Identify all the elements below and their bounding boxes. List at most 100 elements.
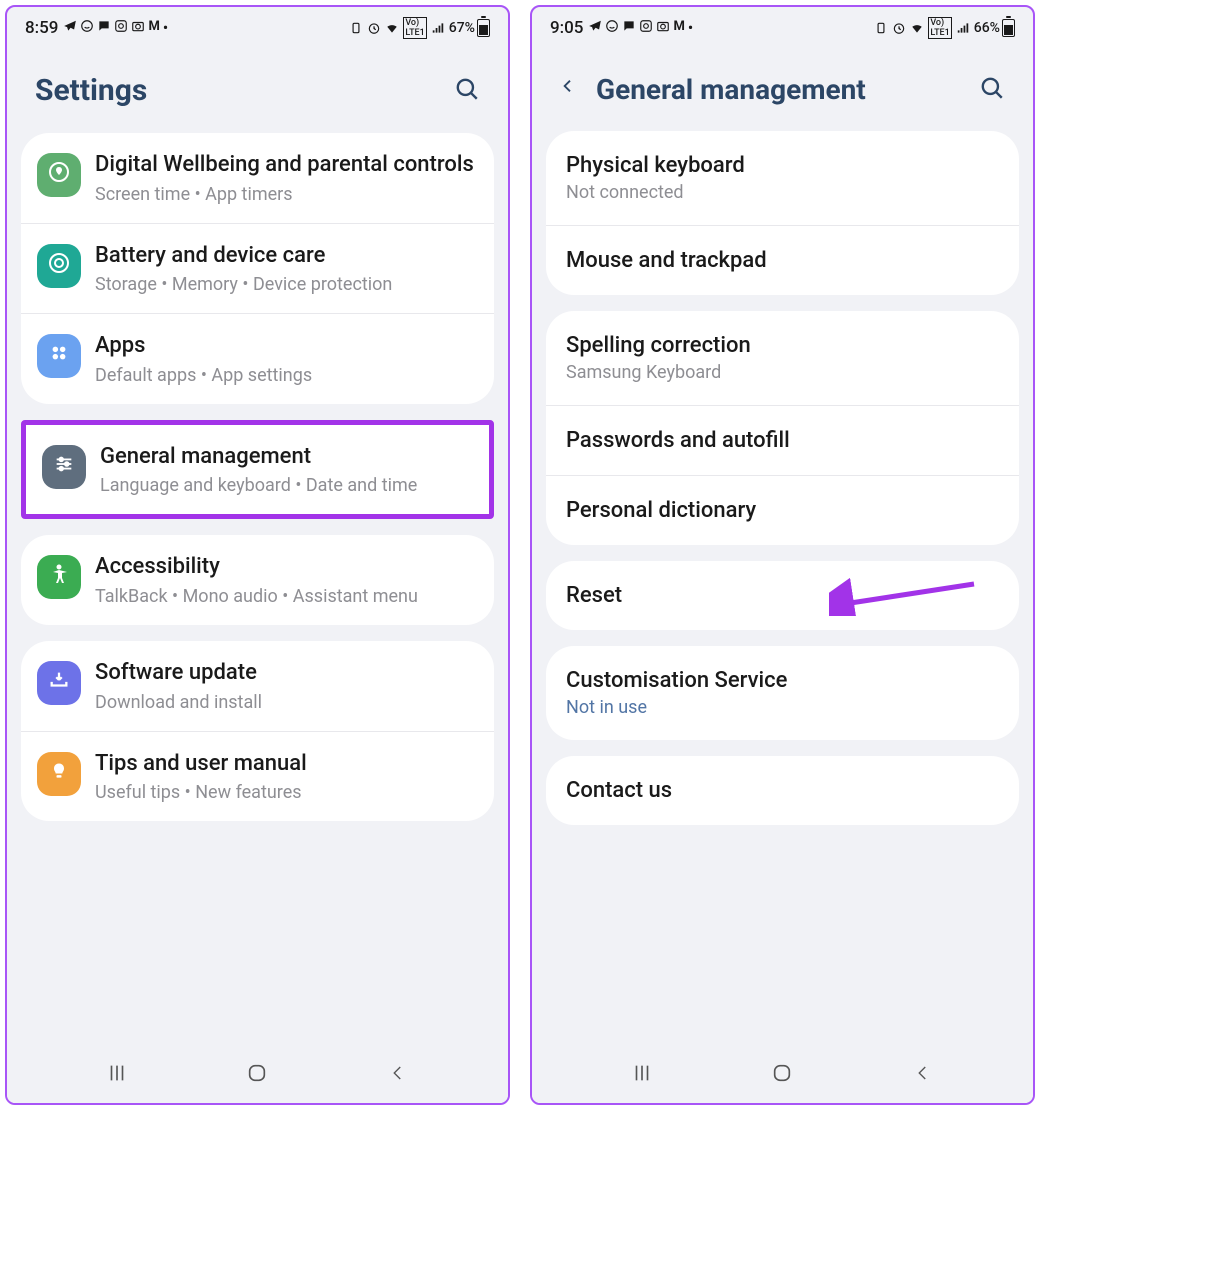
signal-icon (431, 21, 445, 35)
gmail-icon: M (148, 19, 159, 37)
item-title: Software update (95, 659, 478, 688)
tips-manual-icon (37, 752, 81, 796)
accessibility-icon (37, 555, 81, 599)
status-bar: 8:59 M • Vo)LTE1 67% (7, 7, 508, 43)
item-title: Apps (95, 332, 478, 361)
status-app-icons: M • (63, 19, 168, 37)
setting-item-physical-keyboard[interactable]: Physical keyboardNot connected (546, 131, 1019, 226)
setting-item-mouse-trackpad[interactable]: Mouse and trackpad (546, 226, 1019, 295)
camera-icon (131, 19, 145, 33)
back-button[interactable] (383, 1061, 413, 1085)
item-title: Accessibility (95, 553, 478, 582)
apps-icon (37, 334, 81, 378)
item-subtitle: Default apps • App settings (95, 365, 478, 386)
item-title: Physical keyboard (566, 153, 999, 178)
item-subtitle: Screen time • App timers (95, 184, 478, 205)
wifi-icon (385, 21, 399, 35)
battery-care-icon (37, 244, 81, 288)
settings-card: Accessibility TalkBack • Mono audio • As… (21, 535, 494, 625)
search-button[interactable] (979, 75, 1005, 105)
wifi-icon (910, 21, 924, 35)
settings-card: Digital Wellbeing and parental controls … (21, 133, 494, 404)
status-bar: 9:05 M • Vo)LTE1 66% (532, 7, 1033, 43)
back-button[interactable] (560, 73, 576, 106)
signal-icon (956, 21, 970, 35)
settings-card: Contact us (546, 756, 1019, 825)
status-time: 9:05 (550, 18, 583, 38)
more-icon: • (688, 19, 693, 37)
item-title: Personal dictionary (566, 498, 999, 523)
battery-percent: 67% (449, 20, 475, 36)
phone-left-settings: 8:59 M • Vo)LTE1 67% Settings (5, 5, 510, 1105)
setting-item-passwords-autofill[interactable]: Passwords and autofill (546, 406, 1019, 476)
whatsapp-icon (605, 19, 619, 33)
item-subtitle: Download and install (95, 692, 478, 713)
phone-right-general-management: 9:05 M • Vo)LTE1 66% General (530, 5, 1035, 1105)
settings-card: Software update Download and install Tip… (21, 641, 494, 821)
battery-icon (1002, 19, 1015, 37)
setting-item-software-update[interactable]: Software update Download and install (21, 641, 494, 732)
item-title: Reset (566, 583, 999, 608)
recent-apps-button[interactable] (102, 1061, 132, 1085)
setting-item-customisation-service[interactable]: Customisation ServiceNot in use (546, 646, 1019, 740)
setting-item-battery-care[interactable]: Battery and device care Storage • Memory… (21, 224, 494, 315)
camera-icon (656, 19, 670, 33)
digital-wellbeing-icon (37, 153, 81, 197)
more-icon: • (163, 19, 168, 37)
item-title: Tips and user manual (95, 750, 478, 779)
setting-item-apps[interactable]: Apps Default apps • App settings (21, 314, 494, 404)
item-title: Digital Wellbeing and parental controls (95, 151, 478, 180)
page-title: Settings (35, 73, 147, 108)
header: General management (532, 43, 1033, 131)
battery-icon (477, 19, 490, 37)
settings-card: Customisation ServiceNot in use (546, 646, 1019, 740)
gmail-icon: M (673, 19, 684, 37)
item-subtitle: Storage • Memory • Device protection (95, 274, 478, 295)
item-subtitle: Not in use (566, 697, 999, 718)
volte-icon: Vo)LTE1 (403, 17, 426, 39)
setting-item-spelling-correction[interactable]: Spelling correction Samsung Keyboard (546, 311, 1019, 406)
item-title: Passwords and autofill (566, 428, 999, 453)
setting-item-tips-manual[interactable]: Tips and user manual Useful tips • New f… (21, 732, 494, 822)
home-button[interactable] (242, 1061, 272, 1085)
status-time: 8:59 (25, 18, 58, 38)
setting-item-general-management[interactable]: General management Language and keyboard… (26, 425, 489, 515)
item-subtitle: TalkBack • Mono audio • Assistant menu (95, 586, 478, 607)
item-subtitle: Samsung Keyboard (566, 362, 999, 383)
alarm-icon (367, 21, 381, 35)
setting-item-personal-dictionary[interactable]: Personal dictionary (546, 476, 1019, 545)
recent-apps-button[interactable] (627, 1061, 657, 1085)
setting-item-reset[interactable]: Reset (546, 561, 1019, 630)
item-subtitle: Useful tips • New features (95, 782, 478, 803)
battery-saver-icon (349, 21, 363, 35)
setting-item-accessibility[interactable]: Accessibility TalkBack • Mono audio • As… (21, 535, 494, 625)
page-title: General management (596, 73, 866, 106)
chevron-left-icon (560, 73, 576, 99)
telegram-icon (588, 19, 602, 33)
item-title: Spelling correction (566, 333, 999, 358)
search-button[interactable] (454, 76, 480, 106)
search-icon (454, 76, 480, 102)
settings-card: Spelling correction Samsung Keyboard Passw… (546, 311, 1019, 545)
back-button[interactable] (908, 1061, 938, 1085)
setting-item-contact-us[interactable]: Contact us (546, 756, 1019, 825)
status-app-icons: M • (588, 19, 693, 37)
home-button[interactable] (767, 1061, 797, 1085)
search-icon (979, 75, 1005, 101)
instagram-icon (114, 19, 128, 33)
item-title: Contact us (566, 778, 999, 803)
item-title: Battery and device care (95, 242, 478, 271)
item-title: General management (100, 443, 473, 472)
settings-card: General management Language and keyboard… (21, 420, 494, 520)
header: Settings (7, 43, 508, 133)
settings-card: Physical keyboardNot connected Mouse and … (546, 131, 1019, 295)
telegram-icon (63, 19, 77, 33)
item-title: Mouse and trackpad (566, 248, 999, 273)
setting-item-digital-wellbeing[interactable]: Digital Wellbeing and parental controls … (21, 133, 494, 224)
chat-icon (622, 19, 636, 33)
whatsapp-icon (80, 19, 94, 33)
settings-card: Reset (546, 561, 1019, 630)
nav-bar (532, 1043, 1033, 1103)
general-management-list: Physical keyboardNot connected Mouse and … (532, 131, 1033, 1043)
volte-icon: Vo)LTE1 (928, 17, 951, 39)
